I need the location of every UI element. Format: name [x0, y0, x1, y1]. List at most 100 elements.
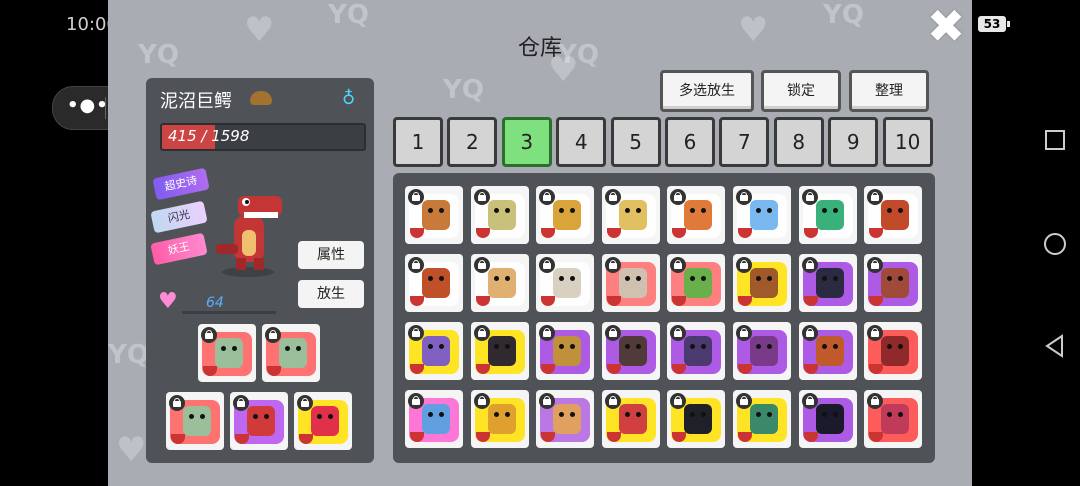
monster-icon — [215, 338, 243, 368]
storage-slot[interactable] — [733, 186, 791, 244]
release-button[interactable]: 放生 — [298, 280, 364, 308]
monster-icon — [881, 404, 910, 434]
storage-slot[interactable] — [864, 186, 923, 244]
close-icon[interactable]: ✖ — [926, 3, 966, 49]
storage-slot[interactable] — [798, 390, 857, 448]
multi-release-button[interactable]: 多选放生 — [660, 70, 754, 112]
storage-slot[interactable] — [405, 186, 463, 244]
home-icon[interactable] — [1044, 233, 1066, 255]
battery-icon: 53 — [978, 16, 1010, 32]
storage-slot[interactable] — [864, 254, 923, 312]
watermark-logo: YQ — [443, 75, 484, 105]
lock-icon[interactable] — [473, 189, 490, 205]
storage-slot[interactable] — [405, 322, 463, 380]
crocodile-icon — [216, 196, 282, 277]
page-tab-4[interactable]: 4 — [556, 117, 607, 167]
page-tab-10[interactable]: 10 — [882, 117, 933, 167]
page-tab-7[interactable]: 7 — [719, 117, 770, 167]
monster-icon — [553, 200, 582, 230]
lock-icon[interactable] — [604, 257, 621, 273]
storage-slot[interactable] — [536, 254, 595, 312]
page-tab-2[interactable]: 2 — [447, 117, 498, 167]
lock-icon[interactable] — [473, 325, 490, 341]
monster-icon — [815, 336, 844, 366]
monster-icon — [684, 336, 713, 366]
more-icon[interactable]: •●• — [67, 95, 109, 116]
lock-icon[interactable] — [604, 189, 621, 205]
affection-value: 64 — [206, 295, 224, 311]
storage-slot[interactable] — [536, 322, 595, 380]
party-slot[interactable] — [166, 392, 224, 450]
monster-icon — [553, 404, 582, 434]
storage-slot[interactable] — [536, 390, 595, 448]
attributes-button[interactable]: 属性 — [298, 241, 364, 269]
storage-slot[interactable] — [601, 322, 660, 380]
storage-slot[interactable] — [470, 322, 529, 380]
back-icon[interactable] — [1044, 334, 1064, 358]
lock-icon[interactable] — [604, 325, 621, 341]
party-slot[interactable] — [230, 392, 288, 450]
storage-slot[interactable] — [733, 390, 791, 448]
monster-icon — [750, 268, 778, 298]
lock-button[interactable]: 锁定 — [761, 70, 841, 112]
storage-slot[interactable] — [733, 254, 791, 312]
monster-icon — [553, 336, 582, 366]
page-tab-6[interactable]: 6 — [665, 117, 715, 167]
storage-slot[interactable] — [667, 322, 726, 380]
party-slot[interactable] — [262, 324, 320, 382]
gender-icon: ♁ — [342, 88, 356, 109]
monster-icon — [279, 338, 307, 368]
monster-icon — [618, 336, 647, 366]
lock-icon[interactable] — [473, 257, 490, 273]
party-slot[interactable] — [198, 324, 256, 382]
storage-slot[interactable] — [601, 390, 660, 448]
storage-slot[interactable] — [733, 322, 791, 380]
page-tab-9[interactable]: 9 — [828, 117, 879, 167]
monster-icon — [487, 200, 516, 230]
watermark-logo: YQ — [108, 340, 149, 370]
lock-icon[interactable] — [801, 189, 818, 205]
storage-slot[interactable] — [470, 390, 529, 448]
lock-icon[interactable] — [801, 393, 818, 409]
poop-icon — [250, 91, 272, 105]
lock-icon[interactable] — [801, 257, 818, 273]
game-screen: YQ YQ YQ YQ YQ YQ YQ ♥ ♥ ♥ ♥ 仓库 ✖ 多选放生 锁… — [108, 0, 972, 486]
recent-apps-icon[interactable] — [1045, 130, 1065, 150]
storage-slot[interactable] — [536, 186, 595, 244]
monster-icon — [750, 404, 778, 434]
storage-slot[interactable] — [667, 186, 726, 244]
lock-icon[interactable] — [473, 393, 490, 409]
page-title: 仓库 — [517, 36, 562, 61]
storage-slot[interactable] — [405, 390, 463, 448]
storage-slot[interactable] — [405, 254, 463, 312]
monster-icon — [881, 336, 910, 366]
storage-slot[interactable] — [864, 390, 923, 448]
party-slot[interactable] — [294, 392, 352, 450]
hp-text: 415 / 1598 — [168, 127, 250, 145]
page-tab-3[interactable]: 3 — [501, 117, 552, 167]
monster-icon — [750, 200, 778, 230]
hp-bar: 415 / 1598 — [160, 123, 366, 151]
storage-slot[interactable] — [667, 254, 726, 312]
storage-slot[interactable] — [470, 254, 529, 312]
page-tab-8[interactable]: 8 — [773, 117, 824, 167]
monster-icon — [487, 268, 516, 298]
lock-icon[interactable] — [801, 325, 818, 341]
monster-icon — [815, 404, 844, 434]
monster-icon — [881, 200, 910, 230]
storage-slot[interactable] — [601, 186, 660, 244]
page-tab-5[interactable]: 5 — [610, 117, 661, 167]
storage-slot[interactable] — [798, 186, 857, 244]
storage-slot[interactable] — [470, 186, 529, 244]
sort-button[interactable]: 整理 — [849, 70, 929, 112]
page-tab-1[interactable]: 1 — [393, 117, 443, 167]
storage-slot[interactable] — [798, 254, 857, 312]
capsule-divider — [105, 97, 106, 119]
storage-slot[interactable] — [667, 390, 726, 448]
storage-slot[interactable] — [798, 322, 857, 380]
storage-slot[interactable] — [601, 254, 660, 312]
monster-icon — [684, 404, 713, 434]
storage-slot[interactable] — [864, 322, 923, 380]
watermark-logo: YQ — [328, 0, 369, 30]
lock-icon[interactable] — [604, 393, 621, 409]
